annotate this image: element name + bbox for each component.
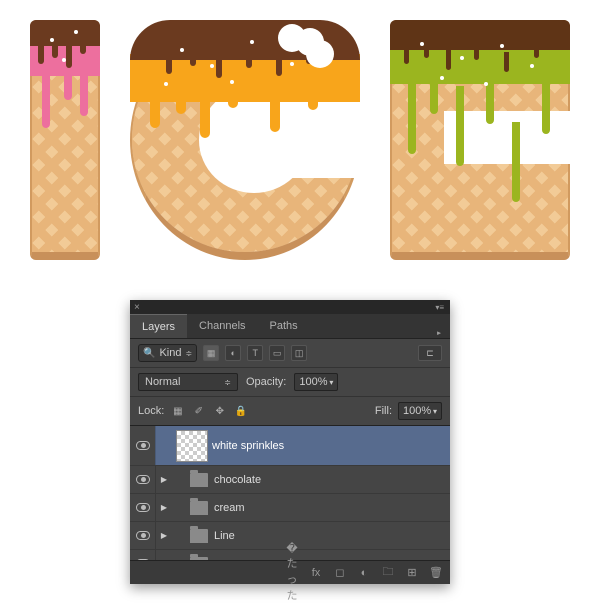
link-layers-icon[interactable]: �たった — [284, 542, 300, 603]
lock-label: Lock: — [138, 405, 164, 417]
lock-pixels-icon[interactable]: ✐ — [191, 404, 206, 419]
tab-layers[interactable]: Layers — [130, 314, 187, 338]
filter-kind-label: Kind — [159, 347, 181, 359]
fill-label: Fill: — [375, 405, 392, 417]
filter-adjustment-icon[interactable]: ◐ — [225, 345, 241, 361]
tab-channels[interactable]: Channels — [187, 314, 257, 338]
filter-pixel-icon[interactable]: ▦ — [203, 345, 219, 361]
visibility-toggle[interactable] — [130, 494, 156, 521]
filter-type-icon[interactable]: T — [247, 345, 263, 361]
layer-mask-icon[interactable]: ◻ — [332, 566, 348, 579]
expand-toggle[interactable]: ▶ — [156, 503, 172, 512]
layer-name[interactable]: cream — [214, 502, 245, 514]
expand-toggle[interactable]: ▶ — [156, 475, 172, 484]
artwork-canvas — [0, 0, 600, 280]
adjustment-layer-icon[interactable]: ◐ — [356, 567, 372, 579]
fill-input[interactable]: 100% ▾ — [398, 402, 442, 420]
new-group-icon[interactable]: 🗀 — [380, 563, 396, 582]
tab-paths[interactable]: Paths — [258, 314, 310, 338]
panel-tabs: Layers Channels Paths — [130, 314, 450, 339]
opacity-input[interactable]: 100% ▾ — [294, 373, 338, 391]
chevron-down-icon: ≑ — [224, 378, 231, 387]
layer-style-icon[interactable]: fx — [308, 567, 324, 579]
new-layer-icon[interactable]: ⊞ — [404, 566, 420, 579]
lock-transparent-icon[interactable]: ▦ — [170, 404, 185, 419]
eye-icon — [136, 475, 150, 484]
folder-icon — [190, 529, 208, 543]
delete-layer-icon[interactable]: 🗑 — [428, 566, 444, 579]
search-icon: 🔍 — [143, 348, 155, 359]
layers-panel: × ▾≡ Layers Channels Paths 🔍 Kind ≑ ▦ ◐ … — [130, 300, 450, 584]
lock-row: Lock: ▦ ✐ ✥ 🔒 Fill: 100% ▾ — [130, 397, 450, 426]
filter-kind-select[interactable]: 🔍 Kind ≑ — [138, 344, 197, 362]
folder-icon — [190, 501, 208, 515]
filter-smartobject-icon[interactable]: ◫ — [291, 345, 307, 361]
bite-mark — [296, 28, 324, 56]
folder-icon — [190, 473, 208, 487]
eye-icon — [136, 503, 150, 512]
letter-i — [30, 20, 100, 260]
filter-row: 🔍 Kind ≑ ▦ ◐ T ▭ ◫ ⊏ — [130, 339, 450, 368]
expand-toggle[interactable]: ▶ — [156, 531, 172, 540]
layer-name[interactable]: chocolate — [214, 474, 261, 486]
layer-name[interactable]: white sprinkles — [212, 440, 284, 452]
chevron-down-icon: ≑ — [185, 349, 192, 358]
layer-row-cream[interactable]: ▶ cream — [130, 494, 450, 522]
lock-all-icon[interactable]: 🔒 — [233, 404, 248, 419]
filter-shape-icon[interactable]: ▭ — [269, 345, 285, 361]
panel-menu-icon[interactable]: ▾≡ — [435, 303, 444, 312]
visibility-toggle[interactable] — [130, 426, 156, 465]
blend-mode-select[interactable]: Normal ≑ — [138, 373, 238, 391]
layer-row-white-sprinkles[interactable]: white sprinkles — [130, 426, 450, 466]
chevron-down-icon: ▾ — [433, 407, 437, 416]
eye-icon — [136, 531, 150, 540]
blend-row: Normal ≑ Opacity: 100% ▾ — [130, 368, 450, 397]
layer-thumbnail[interactable] — [176, 430, 208, 462]
letter-c — [130, 20, 360, 260]
eye-icon — [136, 441, 150, 450]
panel-footer: �たった fx ◻ ◐ 🗀 ⊞ 🗑 — [130, 560, 450, 584]
panel-header[interactable]: × ▾≡ — [130, 300, 450, 314]
blend-mode-value: Normal — [145, 376, 180, 388]
layer-name[interactable]: Line — [214, 530, 235, 542]
fill-value: 100% — [403, 405, 431, 417]
collapse-icon[interactable] — [437, 326, 445, 334]
chevron-down-icon: ▾ — [329, 378, 333, 387]
opacity-label: Opacity: — [246, 376, 286, 388]
lock-position-icon[interactable]: ✥ — [212, 404, 227, 419]
letter-e — [390, 20, 570, 260]
layer-row-chocolate[interactable]: ▶ chocolate — [130, 466, 450, 494]
opacity-value: 100% — [299, 376, 327, 388]
close-icon[interactable]: × — [134, 302, 140, 313]
filter-toggle-switch[interactable]: ⊏ — [418, 345, 442, 361]
visibility-toggle[interactable] — [130, 522, 156, 549]
visibility-toggle[interactable] — [130, 466, 156, 493]
